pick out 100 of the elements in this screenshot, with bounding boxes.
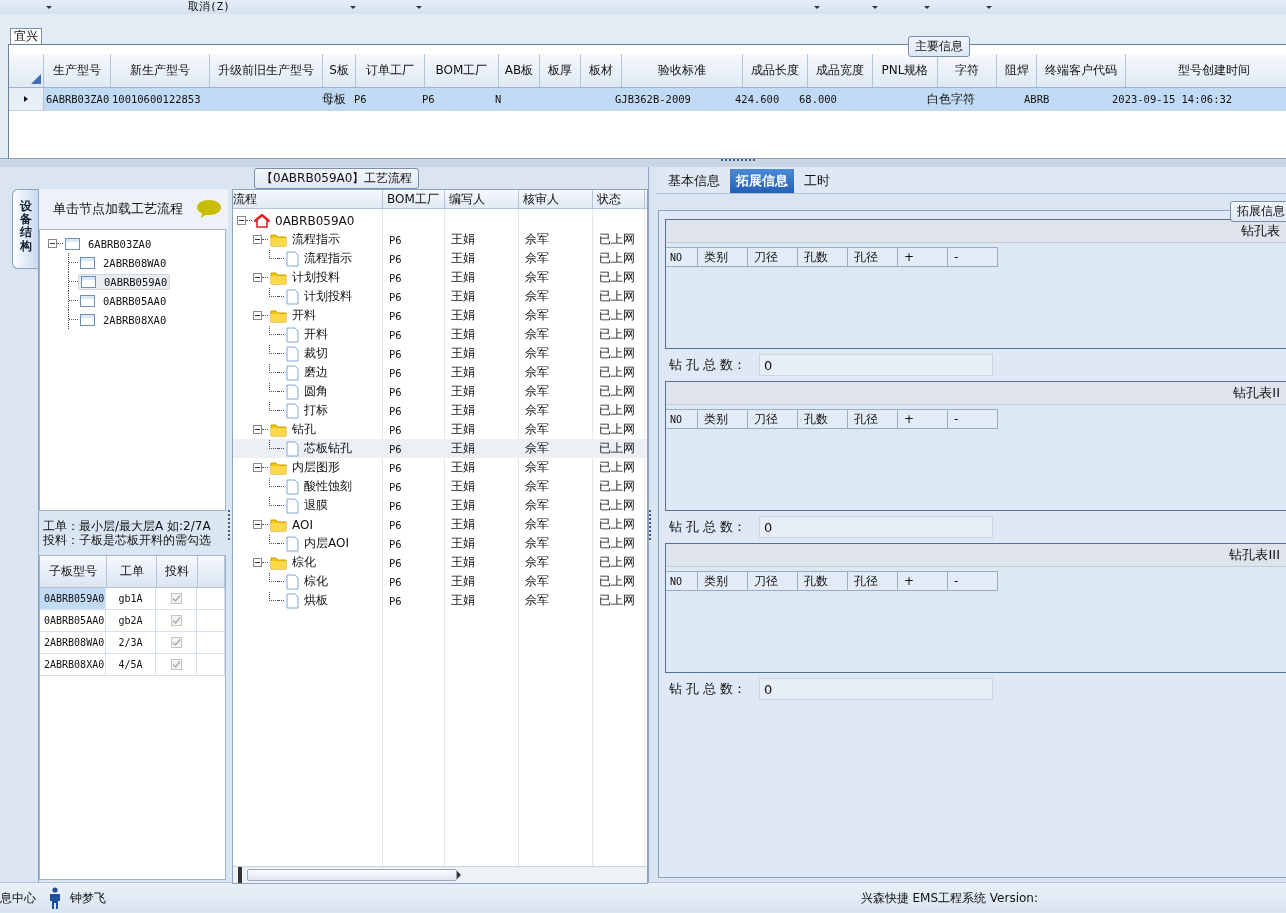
tree-node[interactable]: 计划投料 [304,288,352,305]
column-header[interactable]: - [948,409,998,429]
column-header[interactable]: 流程 [233,190,383,208]
tree-node[interactable]: 芯板钻孔 [304,440,352,457]
tree-node[interactable]: 开料 [292,307,316,324]
collapse-icon[interactable] [253,463,262,472]
column-header[interactable]: 工单 [107,556,157,587]
tree-node[interactable]: 圆角 [304,383,328,400]
input-field[interactable]: 0 [759,516,993,538]
column-header[interactable]: 孔径 [848,571,898,591]
tree-node[interactable]: 钻孔 [292,421,316,438]
column-header[interactable]: 孔数 [798,409,848,429]
tree-node[interactable]: 棕化 [304,573,328,590]
column-header[interactable]: 型号创建时间 [1126,54,1286,87]
dropdown-caret-icon[interactable] [923,5,930,9]
tree-node[interactable]: 内层AOI [304,535,349,552]
dropdown-caret-icon[interactable] [415,5,422,9]
tree-node[interactable]: 2ABRB08XA0 [78,312,169,327]
input-field[interactable]: 0 [759,678,993,700]
column-header[interactable]: 订单工厂 [356,54,425,87]
horizontal-scrollbar[interactable] [233,866,647,883]
column-header[interactable]: 生产型号 [44,54,111,87]
column-header[interactable]: 字符 [938,54,997,87]
column-header[interactable]: PNL规格 [873,54,938,87]
tree-node[interactable]: 0ABRB059A0 [275,213,355,228]
column-header[interactable]: + [898,409,948,429]
column-header[interactable]: 类别 [698,409,748,429]
dropdown-caret-icon[interactable] [349,5,356,9]
tree-node[interactable]: 流程指示 [304,250,352,267]
side-tab[interactable]: 设备结构 [12,189,38,269]
column-header[interactable]: 类别 [698,571,748,591]
input-field[interactable]: 0 [759,354,993,376]
tab[interactable]: 基本信息 [662,169,726,193]
column-header[interactable]: 孔径 [848,409,898,429]
tree-node[interactable]: 开料 [304,326,328,343]
group-tab[interactable]: 宜兴 [10,28,42,44]
tree-node[interactable]: 烘板 [304,592,328,609]
column-header[interactable]: 状态 [593,190,645,208]
collapse-icon[interactable] [253,235,262,244]
collapse-icon[interactable] [237,216,246,225]
column-header[interactable]: 终端客户代码 [1037,54,1126,87]
table-cell[interactable]: 2ABRB08WA0 [40,632,106,653]
tree-node[interactable]: 酸性蚀刻 [304,478,352,495]
tab[interactable]: 工时 [798,169,836,193]
tree-node[interactable]: 0ABRB059A0 [78,273,171,290]
dropdown-caret-icon[interactable] [813,5,820,9]
checkbox[interactable] [170,593,182,604]
dropdown-caret-icon[interactable] [985,5,992,9]
tree-node[interactable]: 打标 [304,402,328,419]
column-header[interactable]: 成品长度 [743,54,808,87]
column-header[interactable]: 新生产型号 [111,54,210,87]
tree-node[interactable]: 裁切 [304,345,328,362]
column-header[interactable]: + [898,571,948,591]
tree-node[interactable]: 6ABRB03ZA0 [40,234,225,253]
cancel-menu-item[interactable]: 取消(Z) [188,1,230,13]
column-header[interactable]: S板 [323,54,356,87]
tree-node[interactable]: 计划投料 [292,269,340,286]
collapse-icon[interactable] [253,558,262,567]
column-header[interactable]: NO [666,247,698,267]
column-header[interactable]: 类别 [698,247,748,267]
column-header[interactable]: 孔数 [798,571,848,591]
dropdown-caret-icon[interactable] [871,5,878,9]
tree-node[interactable]: 流程指示 [292,231,340,248]
splitter-handle[interactable] [721,159,755,164]
collapse-icon[interactable] [253,273,262,282]
tree-node[interactable]: AOI [292,517,313,532]
column-header[interactable]: + [898,247,948,267]
column-header[interactable]: NO [666,571,698,591]
collapse-icon[interactable] [253,311,262,320]
column-header[interactable]: 投料 [157,556,198,587]
column-header[interactable]: 刀径 [748,571,798,591]
dropdown-caret-icon[interactable] [46,5,52,9]
column-header[interactable]: 刀径 [748,247,798,267]
table-cell[interactable]: 0ABRB05AA0 [40,610,106,631]
column-header[interactable]: 成品宽度 [808,54,873,87]
collapse-icon[interactable] [48,239,57,248]
collapse-icon[interactable] [253,425,262,434]
column-header[interactable]: 板厚 [540,54,581,87]
tab[interactable]: 拓展信息 [730,169,794,193]
column-header[interactable]: 孔径 [848,247,898,267]
column-header[interactable]: - [948,247,998,267]
column-header[interactable]: 升级前旧生产型号 [210,54,323,87]
tree-node[interactable]: 退膜 [304,497,328,514]
tree-node[interactable]: 内层图形 [292,459,340,476]
tree-node[interactable]: 0ABRB05AA0 [78,293,169,308]
column-header[interactable]: NO [666,409,698,429]
tree-node[interactable]: 2ABRB08WA0 [78,255,169,270]
checkbox[interactable] [170,637,182,648]
collapse-icon[interactable] [253,520,262,529]
column-header[interactable]: BOM工厂 [425,54,499,87]
column-header[interactable]: 孔数 [798,247,848,267]
column-header[interactable]: BOM工厂 [383,190,445,208]
table-row[interactable]: 6ABRB03ZA0 10010600122853 母板 P6 P6 N GJB362B-2009 424.600 68.000 白色字符 ABRB 2023-09-15 14:06:32 [9,88,1286,111]
tree-node[interactable]: 磨边 [304,364,328,381]
column-header[interactable]: 板材 [581,54,622,87]
column-header[interactable]: 刀径 [748,409,798,429]
column-header[interactable]: 阻焊 [997,54,1037,87]
table-cell[interactable]: 0ABRB059A0 [40,588,106,609]
column-header[interactable]: - [948,571,998,591]
column-header[interactable]: AB板 [499,54,540,87]
